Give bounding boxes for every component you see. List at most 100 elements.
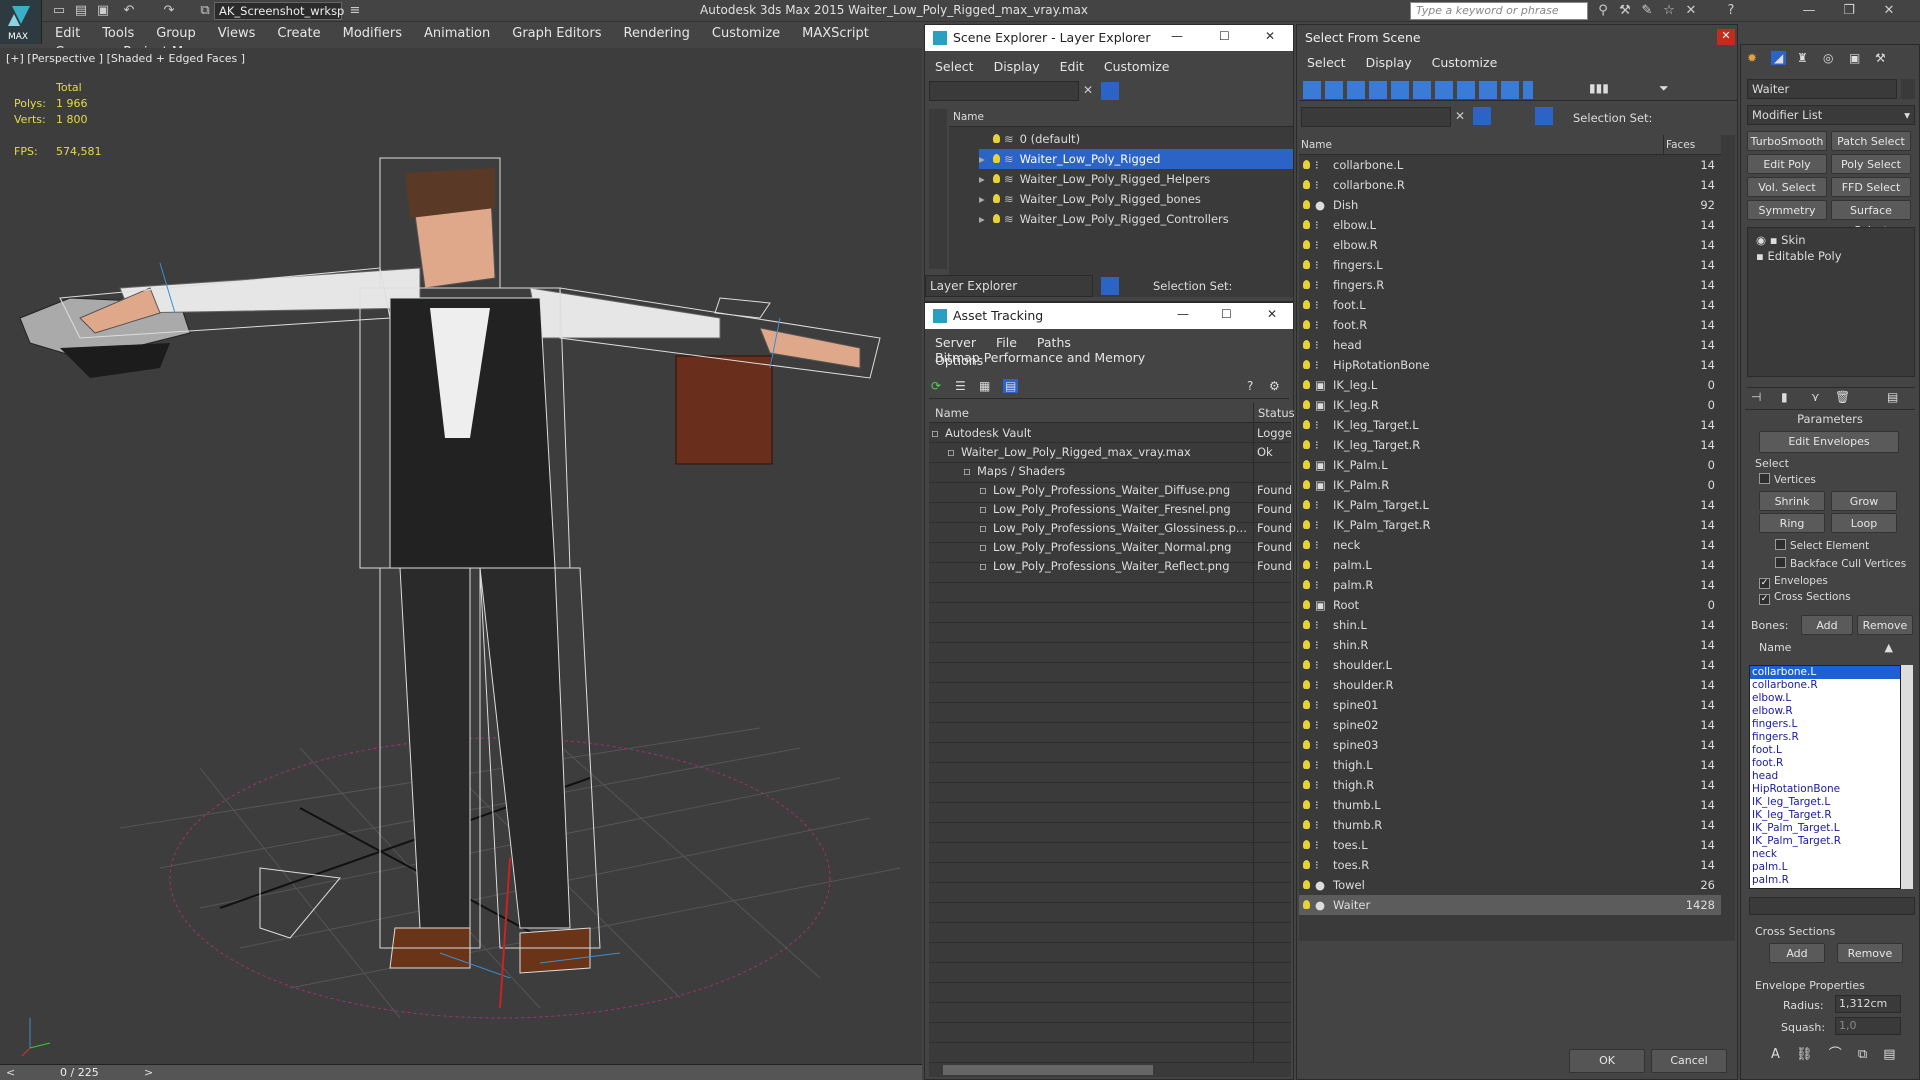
visibility-bulb-icon[interactable]	[1303, 200, 1310, 209]
visibility-bulb-icon[interactable]	[1303, 500, 1310, 509]
layer-mode-icon[interactable]	[1101, 277, 1119, 295]
object-row[interactable]: ⁝ IK_leg_Target.L 14	[1299, 415, 1721, 435]
visibility-bulb-icon[interactable]	[1303, 280, 1310, 289]
object-row[interactable]: ⁝ thigh.L 14	[1299, 755, 1721, 775]
column-header-name[interactable]: Name	[1301, 135, 1332, 155]
bone-list-item[interactable]: elbow.L	[1750, 692, 1900, 705]
perspective-viewport[interactable]: [+] [Perspective ] [Shaded + Edged Faces…	[0, 48, 922, 1064]
visibility-bulb-icon[interactable]	[1303, 860, 1310, 869]
make-unique-icon[interactable]: ⋎	[1811, 390, 1820, 404]
asset-row[interactable]: ▫ Low_Poly_Professions_Waiter_Normal.png F…	[929, 537, 1291, 557]
show-end-result-icon[interactable]: ▮	[1781, 390, 1788, 404]
clear-search-icon[interactable]: ✕	[1455, 109, 1465, 123]
visibility-bulb-icon[interactable]	[1303, 680, 1310, 689]
bone-list-item[interactable]: foot.R	[1750, 757, 1900, 770]
visibility-bulb-icon[interactable]	[1303, 880, 1310, 889]
modifier-shortcut-button[interactable]: FFD Select	[1831, 177, 1911, 197]
close-icon[interactable]: ✕	[1717, 29, 1735, 45]
motion-tab-icon[interactable]: ◎	[1823, 51, 1833, 65]
favorites-icon[interactable]: ☆	[1660, 3, 1678, 19]
object-row[interactable]: ▣ Root 0	[1299, 595, 1721, 615]
column-header-name[interactable]: Name	[935, 403, 969, 423]
expand-arrow-icon[interactable]: ▸	[979, 189, 993, 209]
object-row[interactable]: ● Towel 26	[1299, 875, 1721, 895]
visibility-bulb-icon[interactable]	[1303, 380, 1310, 389]
exchange-icon[interactable]: ✕	[1682, 3, 1700, 19]
object-row[interactable]: ⁝ IK_leg_Target.R 14	[1299, 435, 1721, 455]
display-tab-icon[interactable]: ▣	[1849, 51, 1860, 65]
clear-search-icon[interactable]: ✕	[1083, 83, 1093, 97]
save-icon[interactable]: ▣	[94, 3, 112, 19]
object-row[interactable]: ⁝ palm.R 14	[1299, 575, 1721, 595]
hierarchy-icon[interactable]	[1535, 107, 1553, 125]
horizontal-scrollbar[interactable]	[929, 1063, 1291, 1077]
asset-row[interactable]: ▫ Waiter_Low_Poly_Rigged_max_vray.max Ok	[929, 442, 1291, 462]
modifier-shortcut-button[interactable]: Patch Select	[1831, 131, 1911, 151]
asset-row[interactable]: ▫ Low_Poly_Professions_Waiter_Fresnel.png…	[929, 499, 1291, 519]
object-row[interactable]: ⁝ spine01 14	[1299, 695, 1721, 715]
tools-icon[interactable]: ⚒	[1616, 3, 1634, 19]
asset-row[interactable]: ▫ Low_Poly_Professions_Waiter_Glossiness.…	[929, 518, 1291, 538]
object-row[interactable]: ▣ IK_leg.R 0	[1299, 395, 1721, 415]
visibility-bulb-icon[interactable]	[1303, 320, 1310, 329]
object-row[interactable]: ⁝ shin.R 14	[1299, 635, 1721, 655]
object-color-swatch[interactable]	[1901, 79, 1915, 99]
modify-tab-icon[interactable]: ◢	[1771, 51, 1787, 65]
asset-row[interactable]: ▫ Low_Poly_Professions_Waiter_Reflect.png…	[929, 556, 1291, 576]
menu-item[interactable]: File	[986, 335, 1027, 350]
close-icon[interactable]: ✕	[1880, 3, 1898, 19]
cs-remove-button[interactable]: Remove	[1837, 943, 1903, 963]
workspace-menu-icon[interactable]: ≡	[346, 3, 364, 19]
visibility-bulb-icon[interactable]	[993, 194, 1000, 203]
hierarchy-tab-icon[interactable]: ♜	[1797, 51, 1808, 65]
object-row[interactable]: ⁝ collarbone.R 14	[1299, 175, 1721, 195]
menu-item[interactable]: Customize	[1422, 55, 1508, 70]
expand-arrow-icon[interactable]: ▸	[979, 209, 993, 229]
visibility-bulb-icon[interactable]	[1303, 700, 1310, 709]
menu-item[interactable]: Rendering	[613, 22, 701, 41]
modifier-shortcut-button[interactable]: Symmetry	[1747, 200, 1827, 220]
modifier-shortcut-button[interactable]: TurboSmooth	[1747, 131, 1827, 151]
menu-item[interactable]: Group	[145, 22, 207, 41]
modifier-shortcut-button[interactable]: Vol. Select	[1747, 177, 1827, 197]
visibility-bulb-icon[interactable]	[1303, 740, 1310, 749]
bone-list-item[interactable]: collarbone.R	[1750, 679, 1900, 692]
menu-item[interactable]: Select	[1297, 55, 1356, 70]
layer-row[interactable]: ≋ 0 (default)	[979, 129, 1293, 149]
search-input[interactable]: Type a keyword or phrase	[1410, 2, 1588, 20]
bone-list-item[interactable]: head	[1750, 770, 1900, 783]
backface-cull-checkbox[interactable]: Backface Cull Vertices	[1775, 557, 1906, 570]
workspace-dropdown[interactable]: AK_Screenshot_wrksp ▾	[214, 2, 344, 32]
object-row[interactable]: ⁝ IK_Palm_Target.L 14	[1299, 495, 1721, 515]
object-row[interactable]: ⁝ toes.L 14	[1299, 835, 1721, 855]
object-row[interactable]: ⁝ foot.R 14	[1299, 315, 1721, 335]
ring-button[interactable]: Ring	[1759, 513, 1825, 533]
object-row[interactable]: ⁝ head 14	[1299, 335, 1721, 355]
bone-list-item[interactable]: fingers.L	[1750, 718, 1900, 731]
visibility-bulb-icon[interactable]	[1303, 800, 1310, 809]
object-row[interactable]: ⁝ fingers.L 14	[1299, 255, 1721, 275]
visibility-bulb-icon[interactable]	[1303, 660, 1310, 669]
display-icon[interactable]: ▮▮▮	[1589, 81, 1609, 95]
utilities-tab-icon[interactable]: ⚒	[1875, 51, 1886, 65]
remove-bone-button[interactable]: Remove	[1857, 615, 1913, 635]
visibility-bulb-icon[interactable]	[1303, 580, 1310, 589]
visibility-bulb-icon[interactable]	[1303, 780, 1310, 789]
visibility-bulb-icon[interactable]	[993, 134, 1000, 143]
modifier-shortcut-button[interactable]: Edit Poly	[1747, 154, 1827, 174]
object-row[interactable]: ⁝ elbow.R 14	[1299, 235, 1721, 255]
bone-filter-input[interactable]	[1749, 897, 1915, 915]
visibility-bulb-icon[interactable]	[1303, 260, 1310, 269]
envelopes-checkbox[interactable]: ✓ Envelopes	[1759, 575, 1828, 589]
time-slider[interactable]: < 0 / 225 >	[0, 1064, 922, 1080]
menu-item[interactable]: Select	[925, 59, 984, 74]
bones-scrollbar[interactable]	[1901, 665, 1913, 889]
visibility-bulb-icon[interactable]	[993, 174, 1000, 183]
list-view-icon[interactable]: ☰	[955, 379, 966, 393]
visibility-bulb-icon[interactable]	[1303, 560, 1310, 569]
menu-item[interactable]: Edit	[44, 22, 91, 41]
bone-list-item[interactable]: collarbone.L	[1750, 666, 1900, 679]
falloff-icon[interactable]: ⌒	[1829, 1047, 1842, 1062]
explorer-type-dropdown[interactable]: Layer Explorer	[925, 275, 1093, 297]
shrink-button[interactable]: Shrink	[1759, 491, 1825, 511]
